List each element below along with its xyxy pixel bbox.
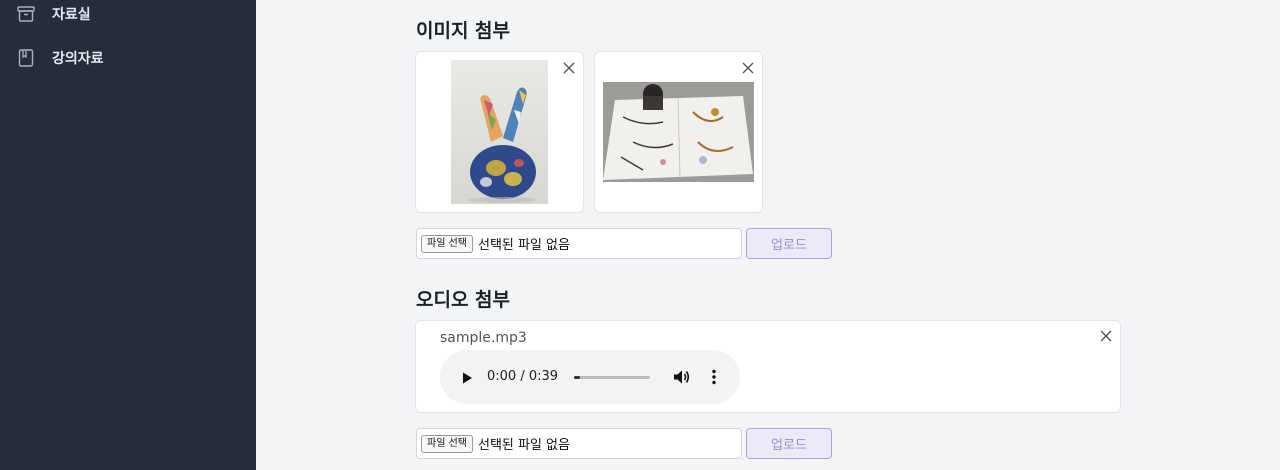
close-icon[interactable] (561, 60, 577, 76)
seek-progress (574, 376, 581, 379)
more-options-icon[interactable] (710, 369, 718, 389)
book-icon (16, 48, 36, 68)
image-thumbnail (603, 82, 754, 182)
seek-bar[interactable] (574, 376, 650, 379)
choose-file-button[interactable]: 파일 선택 (421, 234, 473, 253)
sidebar-item-archive[interactable]: 자료실 (16, 1, 91, 27)
sidebar-item-lecture-materials[interactable]: 강의자료 (16, 45, 104, 71)
image-section-title: 이미지 첨부 (416, 20, 511, 42)
playback-time: 0:00 / 0:39 (487, 369, 559, 384)
file-status: 선택된 파일 없음 (477, 238, 570, 253)
sidebar-item-label: 강의자료 (52, 51, 104, 67)
archive-box-icon (16, 4, 36, 24)
sidebar: 자료실 강의자료 (0, 0, 256, 470)
close-icon[interactable] (740, 60, 756, 76)
image-thumbnail (451, 60, 548, 204)
image-upload-button[interactable]: 업로드 (746, 228, 832, 259)
sidebar-item-label: 자료실 (52, 7, 91, 23)
volume-icon[interactable] (673, 369, 691, 389)
file-status: 선택된 파일 없음 (477, 438, 570, 453)
audio-section-title: 오디오 첨부 (416, 289, 511, 311)
play-icon[interactable] (460, 370, 474, 389)
image-file-input[interactable]: 파일 선택 선택된 파일 없음 (416, 228, 742, 259)
image-thumbnail-card (595, 52, 762, 212)
audio-card: sample.mp3 0:00 / 0:39 (416, 321, 1120, 412)
audio-upload-button[interactable]: 업로드 (746, 428, 832, 459)
audio-file-input[interactable]: 파일 선택 선택된 파일 없음 (416, 428, 742, 459)
audio-file-name: sample.mp3 (440, 330, 527, 346)
audio-player: 0:00 / 0:39 (440, 350, 740, 404)
main-content: 이미지 첨부 파일 선택 선택된 파일 없음 업로드 오디오 첨부 sample… (256, 0, 1280, 470)
image-thumbnail-card (416, 52, 583, 212)
choose-file-button[interactable]: 파일 선택 (421, 434, 473, 453)
close-icon[interactable] (1098, 328, 1114, 344)
